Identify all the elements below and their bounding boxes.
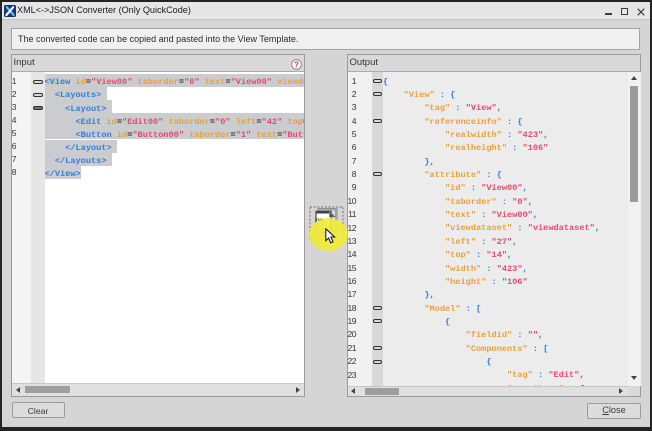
svg-text:?: ? (294, 60, 299, 69)
